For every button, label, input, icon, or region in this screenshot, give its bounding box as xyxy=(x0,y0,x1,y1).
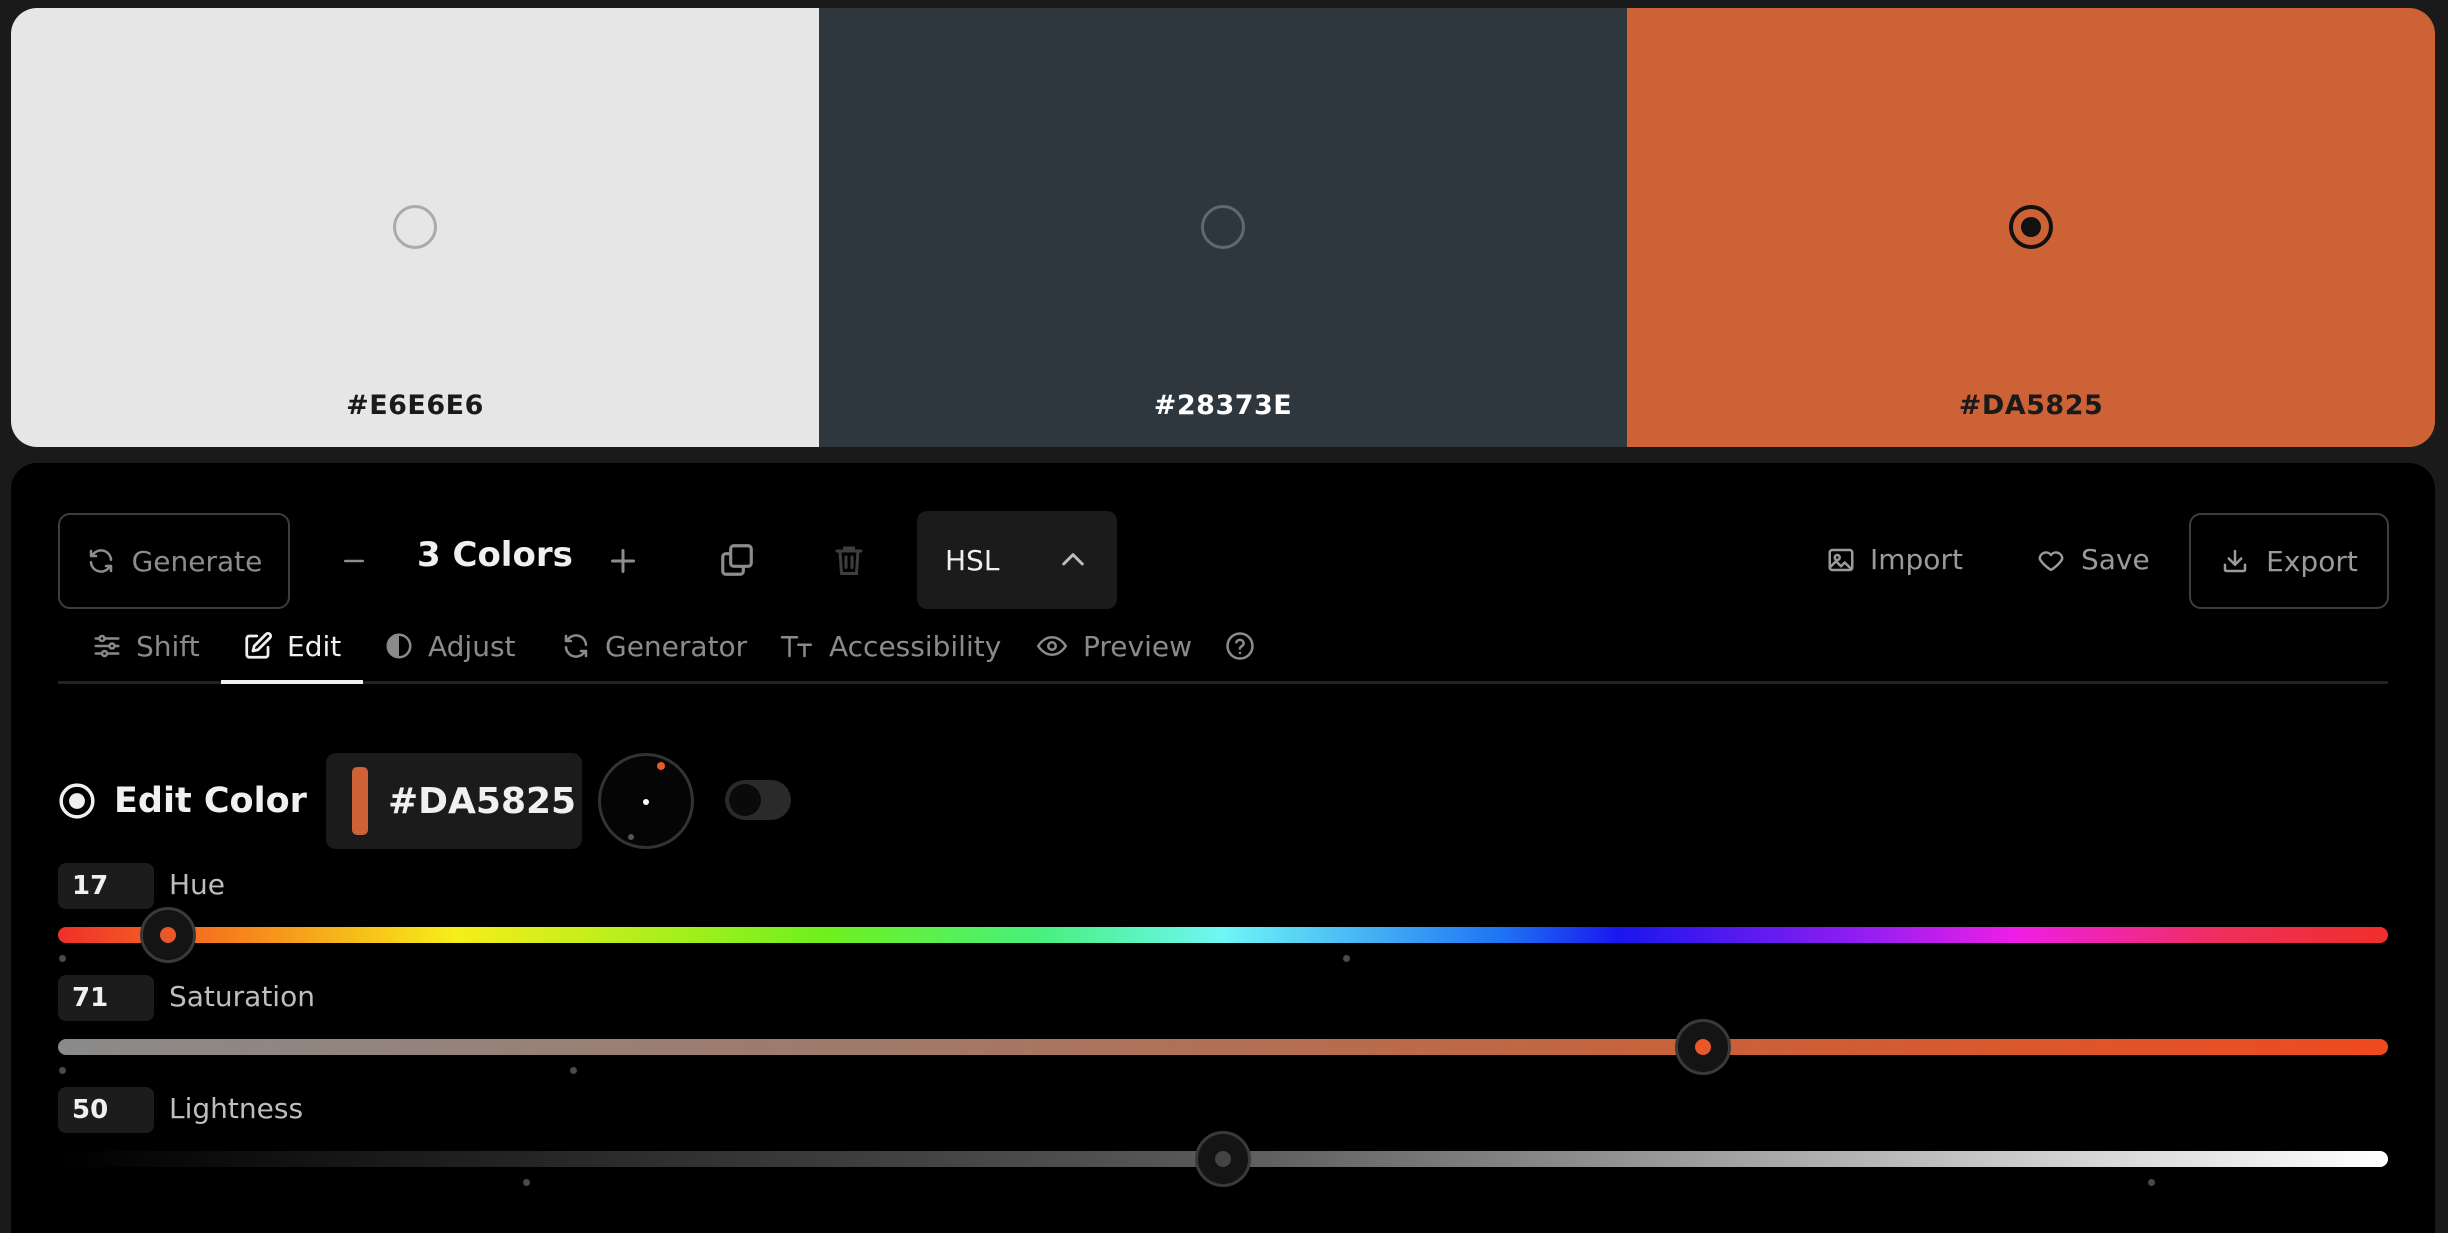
hue-tick xyxy=(1343,955,1350,962)
tab-adjust[interactable]: Adjust xyxy=(384,611,516,681)
palette-swatches: #E6E6E6 #28373E #DA5825 xyxy=(11,8,2435,447)
lightness-slider-thumb[interactable] xyxy=(1195,1131,1251,1187)
duplicate-button[interactable] xyxy=(718,539,756,581)
sliders-icon xyxy=(92,631,122,661)
swatch-1[interactable]: #E6E6E6 xyxy=(11,8,819,447)
swatch-hex-label[interactable]: #E6E6E6 xyxy=(11,390,819,421)
hue-slider-thumb[interactable] xyxy=(139,907,196,963)
tab-label: Accessibility xyxy=(829,629,1002,663)
chevron-up-icon xyxy=(1057,544,1089,576)
heart-icon xyxy=(2035,545,2067,575)
eye-icon xyxy=(1035,631,1069,661)
saturation-slider-track[interactable] xyxy=(58,1039,2388,1055)
hue-thumb-dot xyxy=(159,927,176,943)
radio-selected-icon xyxy=(58,782,96,820)
tab-accessibility[interactable]: Accessibility xyxy=(779,611,1001,681)
swatch-select-radio[interactable] xyxy=(2009,205,2053,249)
edit-mode-toggle[interactable] xyxy=(725,780,791,820)
hue-wheel-marker-secondary xyxy=(628,834,634,840)
color-mode-select[interactable]: HSL xyxy=(917,511,1117,609)
generate-button[interactable]: Generate xyxy=(58,513,290,609)
hex-input-value[interactable]: #DA5825 xyxy=(388,753,576,849)
tab-label: Generator xyxy=(605,629,748,663)
swatch-hex-label[interactable]: #DA5825 xyxy=(1627,390,2435,421)
saturation-thumb-dot xyxy=(1694,1039,1711,1055)
delete-button[interactable] xyxy=(831,539,867,581)
remove-color-button[interactable] xyxy=(339,541,369,581)
tab-label: Preview xyxy=(1083,629,1192,663)
lightness-tick xyxy=(523,1179,530,1186)
saturation-label: Saturation xyxy=(169,980,315,1013)
edit-icon xyxy=(243,631,273,661)
contrast-icon xyxy=(384,631,414,661)
saturation-slider-thumb[interactable] xyxy=(1674,1019,1731,1075)
swatch-3[interactable]: #DA5825 xyxy=(1627,8,2435,447)
help-icon xyxy=(1225,631,1255,661)
refresh-icon xyxy=(86,546,116,576)
hue-slider-track[interactable] xyxy=(58,927,2388,943)
import-label: Import xyxy=(1870,543,1963,576)
trash-icon xyxy=(831,539,867,581)
export-label: Export xyxy=(2266,544,2358,578)
tab-label: Shift xyxy=(136,629,200,663)
export-button[interactable]: Export xyxy=(2189,513,2389,609)
tab-label: Edit xyxy=(287,629,342,663)
hue-tick xyxy=(59,955,66,962)
hue-wheel-marker xyxy=(657,762,665,770)
editor-panel: Generate 3 Colors HSL Import Save Export… xyxy=(11,463,2435,1233)
text-size-icon xyxy=(779,631,815,661)
lightness-value-input[interactable]: 50 xyxy=(58,1087,154,1133)
colors-count: 3 Colors xyxy=(417,535,573,575)
tab-shift[interactable]: Shift xyxy=(92,611,200,681)
save-button[interactable]: Save xyxy=(2035,543,2150,576)
generate-label: Generate xyxy=(131,544,263,578)
swatch-select-radio[interactable] xyxy=(393,205,437,249)
save-label: Save xyxy=(2081,543,2150,576)
hue-wheel-picker[interactable] xyxy=(598,753,694,849)
refresh-icon xyxy=(561,631,591,661)
tab-generator[interactable]: Generator xyxy=(561,611,747,681)
swatch-select-radio[interactable] xyxy=(1201,205,1245,249)
swatch-2[interactable]: #28373E xyxy=(819,8,1627,447)
lightness-thumb-dot xyxy=(1215,1151,1231,1167)
image-icon xyxy=(1826,545,1856,575)
edit-color-heading: Edit Color xyxy=(58,781,307,821)
current-color-chip xyxy=(352,767,368,835)
swatch-hex-label[interactable]: #28373E xyxy=(819,390,1627,421)
hue-label: Hue xyxy=(169,868,226,901)
hue-value-input[interactable]: 17 xyxy=(58,863,154,909)
copy-icon xyxy=(718,539,756,581)
tab-help[interactable] xyxy=(1225,611,1255,681)
color-mode-value: HSL xyxy=(945,543,1000,577)
add-color-button[interactable] xyxy=(605,539,641,583)
download-icon xyxy=(2220,546,2250,576)
toggle-knob xyxy=(729,784,761,816)
tab-label: Adjust xyxy=(428,629,516,663)
tab-preview[interactable]: Preview xyxy=(1035,611,1192,681)
edit-color-title: Edit Color xyxy=(114,781,307,821)
minus-icon xyxy=(339,541,369,581)
plus-icon xyxy=(605,539,641,583)
tool-tabs: Shift Edit Adjust Generator Accessibilit… xyxy=(58,611,2388,684)
saturation-tick xyxy=(570,1067,577,1074)
import-button[interactable]: Import xyxy=(1826,543,1963,576)
lightness-label: Lightness xyxy=(169,1092,304,1125)
hex-input-field[interactable]: #DA5825 xyxy=(326,753,582,849)
hue-wheel-center-dot xyxy=(643,799,649,805)
saturation-tick xyxy=(59,1067,66,1074)
tab-edit[interactable]: Edit xyxy=(220,611,364,684)
saturation-value-input[interactable]: 71 xyxy=(58,975,154,1021)
lightness-tick xyxy=(2148,1179,2155,1186)
